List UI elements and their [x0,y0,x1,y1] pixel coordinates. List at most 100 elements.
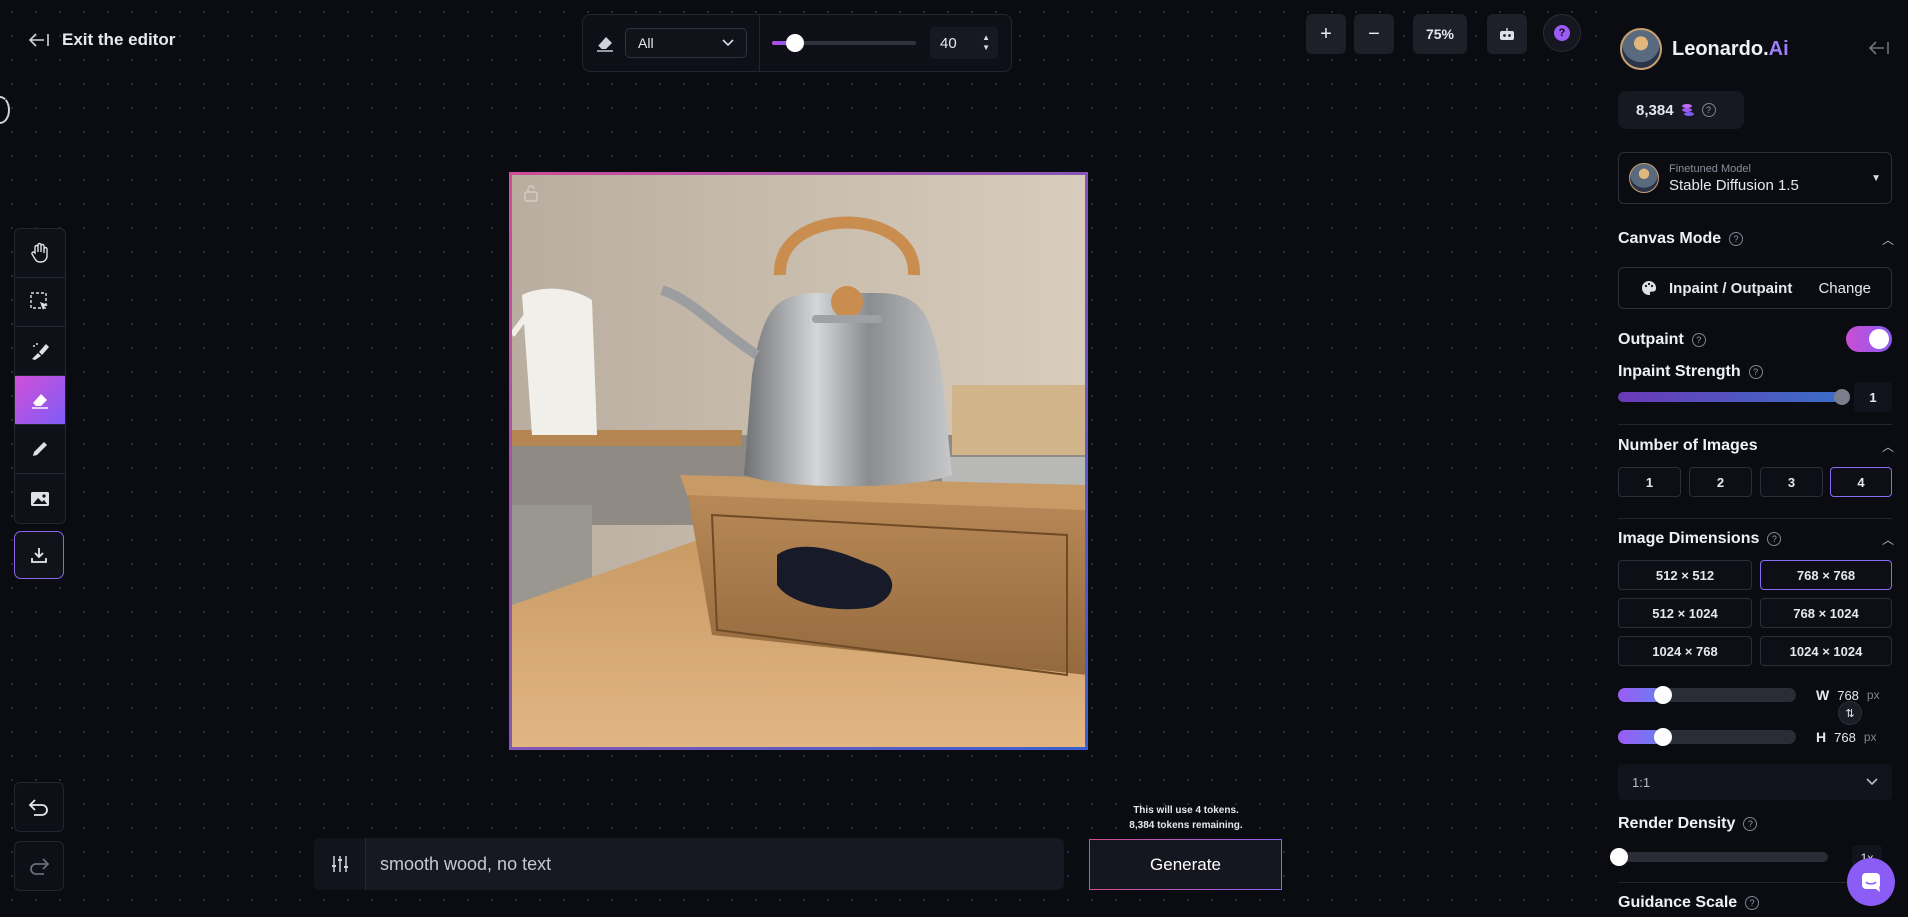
settings-panel: Leonardo.Ai 8,384 ? Finetuned Model Stab… [1600,0,1908,917]
pan-tool[interactable] [15,229,65,278]
prompt-settings-button[interactable] [314,838,366,890]
image-dimensions-title-text: Image Dimensions [1618,530,1760,547]
lock-icon [523,184,539,207]
brand: Leonardo.Ai [1620,28,1789,70]
outpaint-help-icon[interactable]: ? [1691,333,1706,347]
width-unit: px [1866,688,1880,702]
width-letter: W [1816,687,1830,703]
num-images-title: Number of Images [1618,437,1758,455]
generate-button[interactable]: Generate [1089,839,1282,890]
height-slider[interactable] [1618,728,1796,746]
brush-size-slider[interactable] [772,34,916,52]
top-toolbar: All 40 ▲ ▼ [582,14,1012,72]
canvas-image[interactable] [509,172,1088,750]
stepper-up-icon[interactable]: ▲ [982,33,990,43]
num-images-3[interactable]: 3 [1760,467,1823,497]
brand-ai-text: Ai [1768,37,1789,60]
inpaint-strength-thumb[interactable] [1834,389,1850,405]
brand-name-text: Leonardo. [1672,37,1769,60]
token-help-icon[interactable]: ? [1701,103,1716,117]
sliders-icon [331,856,348,872]
num-images-2[interactable]: 2 [1689,467,1752,497]
model-avatar [1629,163,1659,193]
help-button[interactable]: ? [1543,14,1581,52]
redo-button[interactable] [14,841,64,891]
chevron-up-icon[interactable]: ︿ [1882,231,1894,248]
inpaint-strength-title-text: Inpaint Strength [1618,363,1741,380]
collapse-panel-icon[interactable] [1868,40,1890,61]
mask-brush-tool[interactable] [15,327,65,376]
inpaint-strength-title: Inpaint Strength ? [1618,363,1763,381]
render-density-thumb[interactable] [1610,848,1628,866]
num-images-title-text: Number of Images [1618,437,1758,454]
exit-editor-button[interactable]: Exit the editor [28,30,175,50]
canvas-mode-title-text: Canvas Mode [1618,230,1722,247]
dimension-option[interactable]: 512 × 1024 [1618,598,1752,628]
model-name: Stable Diffusion 1.5 [1669,176,1799,194]
outpaint-toggle[interactable] [1846,326,1892,352]
inpaint-strength-value[interactable]: 1 [1854,382,1892,412]
undo-button[interactable] [14,782,64,832]
pencil-tool[interactable] [15,425,65,474]
token-balance: 8,384 ? [1618,91,1744,129]
prompt-bar [314,838,1064,890]
help-icon: ? [1554,25,1570,41]
palette-icon [1642,280,1657,295]
height-slider-thumb[interactable] [1654,728,1672,746]
width-slider[interactable] [1618,686,1796,704]
change-mode-button[interactable]: Change [1818,280,1871,297]
brush-size-input[interactable]: 40 ▲ ▼ [930,27,998,59]
render-density-slider[interactable] [1618,852,1828,862]
image-tool[interactable] [15,474,65,523]
eraser-icon [32,394,48,409]
dimension-option[interactable]: 768 × 1024 [1760,598,1892,628]
download-button[interactable] [14,531,64,579]
num-images-4[interactable]: 4 [1830,467,1892,497]
prompt-input[interactable] [366,853,1064,875]
inpaint-strength-slider[interactable] [1618,392,1844,402]
num-images-1[interactable]: 1 [1618,467,1681,497]
bot-button[interactable] [1487,14,1527,54]
inpaint-strength-help-icon[interactable]: ? [1748,365,1763,379]
token-remaining-text: 8,384 tokens remaining. [1129,820,1243,831]
brand-name: Leonardo.Ai [1672,38,1789,61]
chevron-up-icon[interactable]: ︿ [1882,531,1894,548]
height-letter: H [1816,729,1827,745]
dimension-option[interactable]: 512 × 512 [1618,560,1752,590]
user-avatar[interactable] [1620,28,1662,70]
height-field[interactable]: H 768 px [1810,721,1892,753]
canvas-mode-title: Canvas Mode ? [1618,230,1744,248]
coins-icon [1681,104,1694,116]
select-tool[interactable] [15,278,65,327]
zoom-level[interactable]: 75% [1413,14,1467,54]
brush-size-value: 40 [940,34,957,52]
dimension-option[interactable]: 768 × 768 [1760,560,1892,590]
zoom-out-button[interactable]: − [1354,14,1394,54]
canvas-mode-help-icon[interactable]: ? [1729,232,1744,246]
exit-arrow-icon [28,33,49,47]
dimension-option[interactable]: 1024 × 1024 [1760,636,1892,666]
dimension-option[interactable]: 1024 × 768 [1618,636,1752,666]
loading-spinner-icon [0,96,10,124]
render-density-help-icon[interactable]: ? [1743,817,1758,831]
canvas-mode-value: Inpaint / Outpaint [1669,279,1793,297]
chevron-up-icon[interactable]: ︿ [1882,438,1894,455]
pencil-icon [33,442,47,456]
aspect-ratio-select[interactable]: 1:1 [1618,764,1892,800]
chat-support-button[interactable] [1847,858,1895,906]
guidance-scale-help-icon[interactable]: ? [1745,896,1760,910]
zoom-in-button[interactable]: + [1306,14,1346,54]
eraser-mode-select[interactable]: All [625,28,747,58]
stepper-down-icon[interactable]: ▼ [982,43,990,53]
dimensions-help-icon[interactable]: ? [1767,532,1782,546]
model-select[interactable]: Finetuned Model Stable Diffusion 1.5 ▼ [1618,152,1892,204]
inpaint-brush-icon [32,343,49,360]
download-icon [31,548,47,563]
eraser-tool[interactable] [15,376,65,425]
brush-size-thumb[interactable] [785,34,804,52]
outpaint-title-text: Outpaint [1618,331,1684,348]
image-icon [31,491,49,506]
guidance-scale-title-text: Guidance Scale [1618,894,1738,911]
undo-icon [28,799,48,816]
width-slider-thumb[interactable] [1654,686,1672,704]
